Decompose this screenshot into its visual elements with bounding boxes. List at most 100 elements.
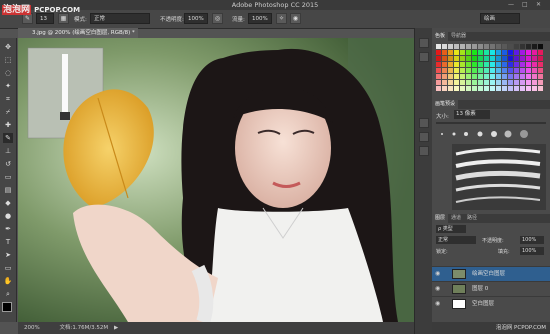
color-swatch[interactable] [520,80,525,85]
color-swatch[interactable] [460,44,465,49]
workspace-select[interactable]: 绘画 [480,13,520,24]
tab-layers[interactable]: 图层 [432,214,449,223]
stamp-tool-icon[interactable]: ⊥ [3,146,13,156]
airbrush-icon[interactable]: ✧ [276,13,287,24]
pen-tool-icon[interactable]: ✒ [3,224,13,234]
brush-panel-icon[interactable] [419,118,429,128]
color-swatch[interactable] [454,86,459,91]
color-swatch[interactable] [514,50,519,55]
brush-tips-row[interactable] [436,128,546,140]
color-swatch[interactable] [526,86,531,91]
color-swatch[interactable] [538,74,543,79]
color-swatch[interactable] [484,86,489,91]
color-swatch[interactable] [466,62,471,67]
color-swatch[interactable] [490,56,495,61]
gradient-tool-icon[interactable]: ▤ [3,185,13,195]
color-swatch[interactable] [484,50,489,55]
color-swatch[interactable] [460,62,465,67]
color-swatch[interactable] [514,62,519,67]
color-swatch[interactable] [478,44,483,49]
move-tool-icon[interactable]: ✥ [3,42,13,52]
color-swatch[interactable] [484,74,489,79]
color-swatch[interactable] [442,56,447,61]
color-swatch[interactable] [448,44,453,49]
color-swatch[interactable] [466,56,471,61]
crop-tool-icon[interactable]: ⌗ [3,94,13,104]
color-swatch[interactable] [502,74,507,79]
color-swatch[interactable] [436,62,441,67]
color-swatch[interactable] [508,86,513,91]
healing-tool-icon[interactable]: ✚ [3,120,13,130]
color-swatch[interactable] [502,68,507,73]
layer-opacity-input[interactable]: 100% [520,236,544,244]
color-swatch[interactable] [478,56,483,61]
color-swatch[interactable] [448,56,453,61]
color-swatch[interactable] [478,80,483,85]
color-swatch[interactable] [466,74,471,79]
color-swatch[interactable] [478,68,483,73]
color-swatch[interactable] [526,68,531,73]
color-swatch[interactable] [442,68,447,73]
color-swatch[interactable] [490,62,495,67]
color-swatch[interactable] [478,62,483,67]
color-swatch[interactable] [532,44,537,49]
color-swatch[interactable] [526,62,531,67]
color-swatch[interactable] [532,50,537,55]
shape-tool-icon[interactable]: ▭ [3,263,13,273]
color-swatch[interactable] [508,50,513,55]
close-window-button[interactable]: ✕ [536,0,541,10]
color-swatch[interactable] [520,74,525,79]
color-swatch[interactable] [448,50,453,55]
color-swatch[interactable] [520,56,525,61]
color-swatch[interactable] [472,50,477,55]
color-swatch[interactable] [526,56,531,61]
history-brush-icon[interactable]: ↺ [3,159,13,169]
color-swatch[interactable] [526,80,531,85]
color-swatch[interactable] [436,56,441,61]
color-swatch[interactable] [460,80,465,85]
tab-paths[interactable]: 路径 [464,215,480,221]
color-swatch[interactable] [484,68,489,73]
color-swatch[interactable] [532,56,537,61]
color-swatch[interactable] [502,56,507,61]
color-swatch[interactable] [496,68,501,73]
color-swatch[interactable] [448,62,453,67]
color-swatch[interactable] [502,50,507,55]
layer-row[interactable]: ◉ 空白图层 [432,296,550,311]
color-swatch[interactable] [538,68,543,73]
color-swatch[interactable] [496,62,501,67]
color-swatch[interactable] [526,44,531,49]
color-swatch[interactable] [532,74,537,79]
color-swatch[interactable] [484,44,489,49]
color-swatch[interactable] [466,86,471,91]
color-swatch[interactable] [466,50,471,55]
color-swatch[interactable] [472,62,477,67]
layer-row-selected[interactable]: ◉ 绘画空白图层 [432,266,550,281]
color-swatch[interactable] [460,50,465,55]
color-swatch[interactable] [436,50,441,55]
opacity-input[interactable]: 100% [184,13,208,24]
path-select-tool-icon[interactable]: ➤ [3,250,13,260]
color-swatch[interactable] [508,44,513,49]
status-menu-arrow-icon[interactable]: ▶ [114,325,118,331]
color-swatch[interactable] [472,44,477,49]
color-swatch[interactable] [508,80,513,85]
color-swatch[interactable] [520,86,525,91]
brush-stroke-previews[interactable] [452,144,546,210]
zoom-tool-icon[interactable]: ⌕ [3,289,13,299]
color-swatch[interactable] [508,62,513,67]
color-swatch[interactable] [484,56,489,61]
color-swatch[interactable] [514,86,519,91]
color-swatch[interactable] [466,68,471,73]
visibility-eye-icon[interactable]: ◉ [435,282,440,296]
color-swatch[interactable] [496,80,501,85]
fill-input[interactable]: 100% [520,247,544,255]
color-swatch[interactable] [454,62,459,67]
color-swatch[interactable] [448,68,453,73]
pressure-size-icon[interactable]: ◉ [290,13,301,24]
brush-size-slider[interactable] [436,122,546,124]
color-swatch[interactable] [472,68,477,73]
color-swatch[interactable] [478,50,483,55]
color-swatch[interactable] [538,44,543,49]
dodge-tool-icon[interactable]: ● [3,211,13,221]
